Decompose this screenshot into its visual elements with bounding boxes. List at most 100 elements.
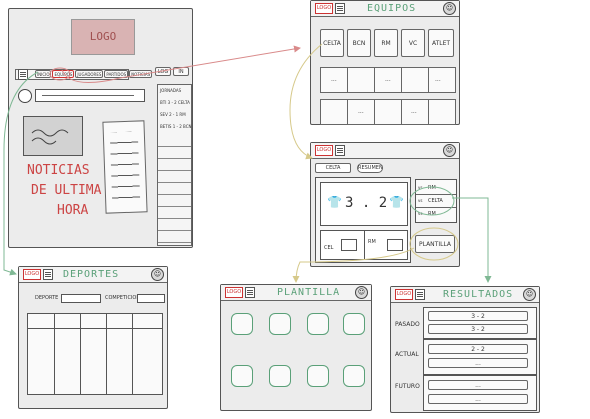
resultados-logo[interactable]: LOGO xyxy=(395,289,413,300)
resultados-topbar: LOGO RESULTADOS ☺ xyxy=(391,287,539,303)
filter-resumen[interactable]: RESUMEN xyxy=(357,163,383,173)
equipos-placeholder-2: ... xyxy=(385,76,391,83)
row-label-actual: ACTUAL xyxy=(395,351,419,358)
home-nav: INICIO EQUIPOS JUGADORES PARTIDOS NOTICI… xyxy=(35,70,153,78)
equipos-row-3: ... ... xyxy=(320,99,456,125)
side-match-1-label: RM xyxy=(428,185,436,191)
plantilla-logo[interactable]: LOGO xyxy=(225,287,243,298)
deportes-wireframe: LOGO DEPORTES ☺ DEPORTE COMPETICION xyxy=(18,266,168,409)
news-image[interactable] xyxy=(23,116,83,156)
side-match-1[interactable]: vs RM xyxy=(416,182,456,195)
deportes-topbar: LOGO DEPORTES ☺ xyxy=(19,267,167,283)
resultados-menu-icon[interactable] xyxy=(415,289,425,300)
match-score-box[interactable]: 👕 3 . 2 👕 xyxy=(320,182,408,226)
equipos-menu-icon[interactable] xyxy=(335,3,345,14)
team-atlet[interactable]: ATLET xyxy=(428,29,454,57)
nav-item-partidos[interactable]: PARTIDOS xyxy=(104,70,129,78)
result-futuro-2[interactable]: ... xyxy=(428,394,528,404)
side-match-2-label: CELTA xyxy=(428,198,443,204)
competicion-filter-label: COMPETICION xyxy=(105,295,141,301)
team-celta[interactable]: CELTA xyxy=(320,29,344,57)
partido-avatar-icon[interactable]: ☺ xyxy=(443,144,456,157)
player-card[interactable] xyxy=(307,313,329,335)
side-results-header: JORNADAS xyxy=(160,88,182,93)
side-match-3-prefix: vs xyxy=(418,211,423,216)
row-label-futuro: FUTURO xyxy=(395,383,420,390)
equipos-avatar-icon[interactable]: ☺ xyxy=(443,2,456,15)
player-card[interactable] xyxy=(269,313,291,335)
headline-line-2: DE ULTIMA xyxy=(31,183,102,198)
home-logo[interactable]: LOGO xyxy=(71,19,135,55)
home-menu-icon[interactable] xyxy=(18,69,28,80)
deportes-avatar-icon[interactable]: ☺ xyxy=(151,268,164,281)
deportes-filter-label: DEPORTE xyxy=(35,295,59,301)
side-results-panel: JORNADAS BTI 3 - 2 CELTA SEV 2 - 1 RM BE… xyxy=(157,84,192,246)
deportes-title: DEPORTES xyxy=(63,269,120,280)
equipos-placeholder-5: ... xyxy=(411,108,417,115)
filter-celta[interactable]: CELTA xyxy=(315,163,351,173)
login-button-in[interactable]: IN xyxy=(173,67,189,76)
team-rm[interactable]: RM xyxy=(374,29,398,57)
side-result-1[interactable]: BTI 3 - 2 CELTA xyxy=(160,100,190,105)
result-pasado-2[interactable]: 3 - 2 xyxy=(428,324,528,334)
equipos-placeholder-4: ... xyxy=(358,108,364,115)
row-label-pasado: PASADO xyxy=(395,321,420,328)
headline: NOTICIAS DE ULTIMA HORA xyxy=(27,161,117,221)
equipos-topbar: LOGO EQUIPOS ☺ xyxy=(311,1,459,17)
results-box-actual: 2 - 2 ... xyxy=(423,339,537,375)
search-input[interactable] xyxy=(35,89,145,102)
result-actual-2[interactable]: ... xyxy=(428,358,528,368)
equipos-placeholder-1: ... xyxy=(331,76,337,83)
player-card[interactable] xyxy=(307,365,329,387)
plantilla-button[interactable]: PLANTILLA xyxy=(415,235,455,253)
side-match-3[interactable]: vs RM xyxy=(416,208,456,220)
side-result-3[interactable]: BETIS 1 - 2 BCN xyxy=(160,124,192,129)
results-box-pasado: 3 - 2 3 - 2 xyxy=(423,307,537,339)
result-futuro-1[interactable]: ... xyxy=(428,380,528,390)
equipos-wireframe: LOGO EQUIPOS ☺ CELTA BCN RM VC ATLET ...… xyxy=(310,0,460,125)
plantilla-menu-icon[interactable] xyxy=(245,287,255,298)
team-vc[interactable]: VC xyxy=(401,29,425,57)
result-pasado-1[interactable]: 3 - 2 xyxy=(428,311,528,321)
resultados-title: RESULTADOS xyxy=(443,289,514,300)
deportes-filter-select[interactable] xyxy=(61,294,101,303)
player-card[interactable] xyxy=(231,365,253,387)
nav-item-noticias[interactable]: NOTICIAS xyxy=(129,70,153,78)
home-wireframe: LOGO INICIO EQUIPOS JUGADORES PARTIDOS N… xyxy=(8,8,193,248)
search-icon[interactable] xyxy=(18,89,32,103)
equipos-logo[interactable]: LOGO xyxy=(315,3,333,14)
player-card[interactable] xyxy=(343,313,365,335)
match-score: 3 . 2 xyxy=(345,195,388,211)
deportes-logo[interactable]: LOGO xyxy=(23,269,41,280)
resultados-wireframe: LOGO RESULTADOS ☺ PASADO 3 - 2 3 - 2 ACT… xyxy=(390,286,540,413)
competicion-filter-select[interactable] xyxy=(137,294,165,303)
nav-item-equipos[interactable]: EQUIPOS xyxy=(52,70,75,78)
login-button-log[interactable]: LOG xyxy=(155,67,171,76)
player-card[interactable] xyxy=(343,365,365,387)
player-card[interactable] xyxy=(269,365,291,387)
side-match-2[interactable]: vs CELTA xyxy=(416,195,456,208)
shirt-icon-home: 👕 xyxy=(327,195,342,209)
side-result-2[interactable]: SEV 2 - 1 RM xyxy=(160,112,186,117)
plantilla-title: PLANTILLA xyxy=(277,287,341,298)
side-match-2-prefix: vs xyxy=(418,198,423,203)
nav-item-jugadores[interactable]: JUGADORES xyxy=(75,70,104,78)
partido-menu-icon[interactable] xyxy=(335,145,345,156)
equipos-title: EQUIPOS xyxy=(367,3,417,14)
player-card[interactable] xyxy=(231,313,253,335)
home-logo-text: LOGO xyxy=(89,30,117,43)
resultados-avatar-icon[interactable]: ☺ xyxy=(523,288,536,301)
news-image-scribble xyxy=(31,129,69,145)
headline-line-1: NOTICIAS xyxy=(27,163,90,178)
results-box-futuro: ... ... xyxy=(423,375,537,411)
deportes-table xyxy=(27,313,163,395)
team-bcn[interactable]: BCN xyxy=(347,29,371,57)
result-actual-1[interactable]: 2 - 2 xyxy=(428,344,528,354)
plantilla-topbar: LOGO PLANTILLA ☺ xyxy=(221,285,371,301)
nav-item-inicio[interactable]: INICIO xyxy=(35,70,52,78)
side-results-lines xyxy=(158,135,191,245)
side-match-list: vs RM vs CELTA vs RM xyxy=(415,179,457,223)
deportes-menu-icon[interactable] xyxy=(43,269,53,280)
partido-logo[interactable]: LOGO xyxy=(315,145,333,156)
plantilla-avatar-icon[interactable]: ☺ xyxy=(355,286,368,299)
